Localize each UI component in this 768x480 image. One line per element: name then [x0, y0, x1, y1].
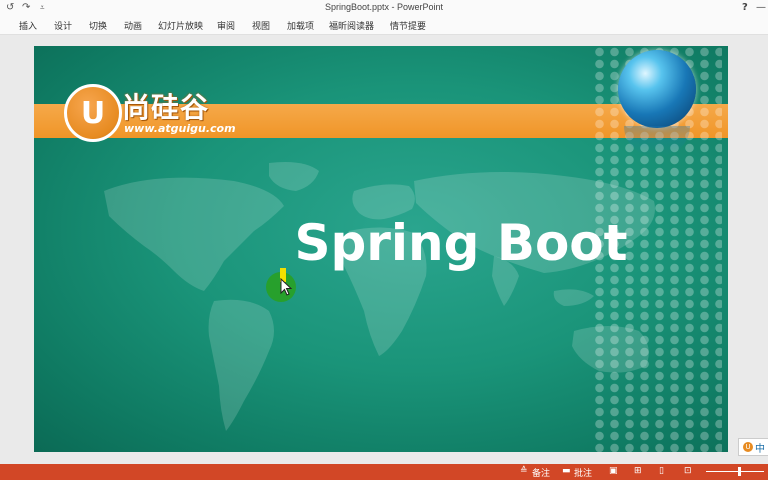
notes-icon: ≙ [520, 466, 528, 476]
world-map-graphic [104, 162, 655, 431]
tab-slideshow[interactable]: 幻灯片放映 [158, 19, 203, 32]
status-bar: ≙ 备注 ▬ 批注 ▣ ⊞ ▯ ⊡ [0, 464, 768, 480]
atguigu-logo: U 尚硅谷 www.atguigu.com [64, 84, 254, 144]
tab-animations[interactable]: 动画 [124, 19, 142, 32]
reading-view-icon[interactable]: ▯ [659, 466, 664, 476]
comments-button[interactable]: 批注 [574, 466, 592, 479]
tab-review[interactable]: 审阅 [217, 19, 235, 32]
minimize-button[interactable]: — [756, 2, 766, 13]
slide-title[interactable]: Spring Boot [34, 214, 728, 272]
title-bar: ↺ ↷ ⩡ SpringBoot.pptx - PowerPoint ? — [0, 0, 768, 16]
ime-label: 中 [755, 443, 765, 455]
tab-transitions[interactable]: 切换 [89, 19, 107, 32]
mouse-pointer-icon [280, 278, 293, 296]
slide[interactable]: U 尚硅谷 www.atguigu.com Spring Boot [34, 46, 728, 452]
tab-addins[interactable]: 加载项 [287, 19, 314, 32]
ime-logo-icon: U [743, 442, 753, 452]
logo-u-badge: U [64, 84, 122, 142]
tab-view[interactable]: 视图 [252, 19, 270, 32]
input-method-badge[interactable]: U 中 [738, 438, 768, 456]
slideshow-icon[interactable]: ⊡ [684, 466, 692, 476]
tab-insert[interactable]: 插入 [19, 19, 37, 32]
comments-icon: ▬ [562, 466, 571, 476]
globe-graphic [618, 50, 696, 128]
help-icon[interactable]: ? [742, 2, 748, 13]
tab-foxit-reader[interactable]: 福昕阅读器 [329, 19, 374, 32]
tab-design[interactable]: 设计 [54, 19, 72, 32]
normal-view-icon[interactable]: ▣ [609, 466, 618, 476]
logo-url-text: www.atguigu.com [124, 122, 236, 135]
slide-sorter-icon[interactable]: ⊞ [634, 466, 642, 476]
window-title: SpringBoot.pptx - PowerPoint [324, 2, 444, 12]
notes-button[interactable]: 备注 [532, 466, 550, 479]
zoom-slider-thumb[interactable] [738, 467, 741, 476]
ribbon-tabs: 插入 设计 切换 动画 幻灯片放映 审阅 视图 加载项 福昕阅读器 情节提要 [0, 16, 768, 35]
zoom-slider-track[interactable] [706, 471, 764, 472]
tab-storyboarding[interactable]: 情节提要 [390, 19, 426, 32]
logo-chinese-text: 尚硅谷 [122, 91, 210, 124]
